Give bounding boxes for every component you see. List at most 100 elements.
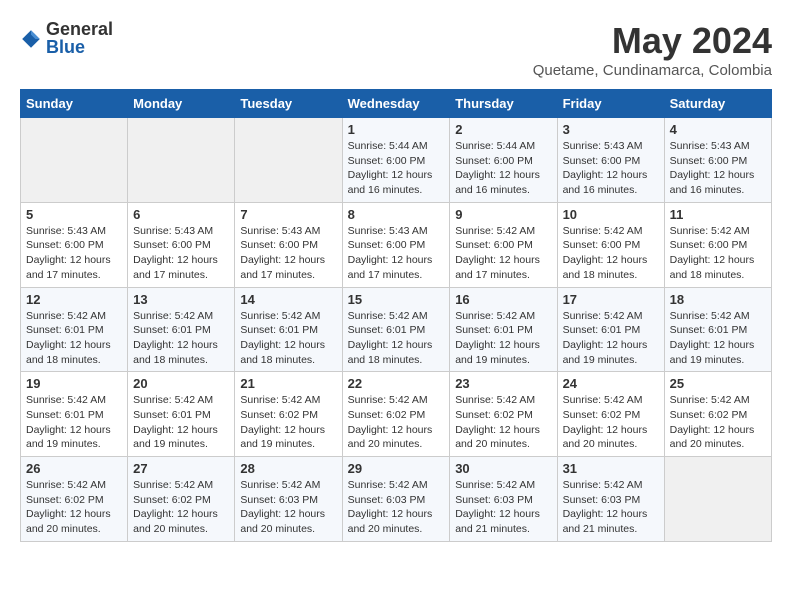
day-number: 4 xyxy=(670,122,766,137)
calendar-cell: 8 Sunrise: 5:43 AM Sunset: 6:00 PM Daylig… xyxy=(342,202,450,287)
calendar-cell: 12Sunrise: 5:42 AM Sunset: 6:01 PM Dayli… xyxy=(21,287,128,372)
day-number: 11 xyxy=(670,207,766,222)
day-info: Sunrise: 5:42 AM Sunset: 6:03 PM Dayligh… xyxy=(563,478,659,537)
day-info: Sunrise: 5:42 AM Sunset: 6:01 PM Dayligh… xyxy=(563,309,659,368)
weekday-header-sunday: Sunday xyxy=(21,90,128,118)
day-number: 14 xyxy=(240,292,336,307)
day-number: 24 xyxy=(563,376,659,391)
calendar-cell: 18 Sunrise: 5:42 AM Sunset: 6:01 PM Dayli… xyxy=(664,287,771,372)
day-info: Sunrise: 5:42 AM Sunset: 6:03 PM Dayligh… xyxy=(455,478,551,537)
day-number: 9 xyxy=(455,207,551,222)
day-info: Sunrise: 5:43 AM Sunset: 6:00 PM Dayligh… xyxy=(133,224,229,283)
day-number: 6 xyxy=(133,207,229,222)
title-block: May 2024 Quetame, Cundinamarca, Colombia xyxy=(533,20,772,79)
day-info: Sunrise: 5:43 AM Sunset: 6:00 PM Dayligh… xyxy=(563,139,659,198)
calendar-cell: 14 Sunrise: 5:42 AM Sunset: 6:01 PM Dayli… xyxy=(235,287,342,372)
day-number: 10 xyxy=(563,207,659,222)
day-number: 8 xyxy=(348,207,445,222)
calendar-cell: 30 Sunrise: 5:42 AM Sunset: 6:03 PM Dayli… xyxy=(450,457,557,542)
day-number: 29 xyxy=(348,461,445,476)
calendar-cell xyxy=(235,118,342,203)
day-number: 3 xyxy=(563,122,659,137)
day-number: 2 xyxy=(455,122,551,137)
day-info: Sunrise: 5:42 AM Sunset: 6:03 PM Dayligh… xyxy=(348,478,445,537)
calendar-week-2: 5 Sunrise: 5:43 AM Sunset: 6:00 PM Daylig… xyxy=(21,202,772,287)
weekday-header-friday: Friday xyxy=(557,90,664,118)
day-number: 5 xyxy=(26,207,122,222)
calendar-cell: 23Sunrise: 5:42 AM Sunset: 6:02 PM Dayli… xyxy=(450,372,557,457)
day-info: Sunrise: 5:42 AM Sunset: 6:01 PM Dayligh… xyxy=(348,309,445,368)
day-number: 30 xyxy=(455,461,551,476)
day-info: Sunrise: 5:43 AM Sunset: 6:00 PM Dayligh… xyxy=(670,139,766,198)
day-info: Sunrise: 5:42 AM Sunset: 6:02 PM Dayligh… xyxy=(133,478,229,537)
day-info: Sunrise: 5:43 AM Sunset: 6:00 PM Dayligh… xyxy=(348,224,445,283)
calendar-cell: 16Sunrise: 5:42 AM Sunset: 6:01 PM Dayli… xyxy=(450,287,557,372)
day-info: Sunrise: 5:42 AM Sunset: 6:01 PM Dayligh… xyxy=(455,309,551,368)
calendar-week-3: 12Sunrise: 5:42 AM Sunset: 6:01 PM Dayli… xyxy=(21,287,772,372)
calendar-cell: 20 Sunrise: 5:42 AM Sunset: 6:01 PM Dayli… xyxy=(128,372,235,457)
logo-text: General Blue xyxy=(46,20,113,58)
day-number: 18 xyxy=(670,292,766,307)
day-info: Sunrise: 5:42 AM Sunset: 6:02 PM Dayligh… xyxy=(26,478,122,537)
calendar-cell: 21Sunrise: 5:42 AM Sunset: 6:02 PM Dayli… xyxy=(235,372,342,457)
day-info: Sunrise: 5:42 AM Sunset: 6:00 PM Dayligh… xyxy=(563,224,659,283)
day-number: 17 xyxy=(563,292,659,307)
calendar-cell: 25Sunrise: 5:42 AM Sunset: 6:02 PM Dayli… xyxy=(664,372,771,457)
calendar-cell xyxy=(21,118,128,203)
day-number: 21 xyxy=(240,376,336,391)
calendar-cell: 9 Sunrise: 5:42 AM Sunset: 6:00 PM Daylig… xyxy=(450,202,557,287)
calendar-table: SundayMondayTuesdayWednesdayThursdayFrid… xyxy=(20,89,772,542)
day-number: 1 xyxy=(348,122,445,137)
weekday-header-thursday: Thursday xyxy=(450,90,557,118)
calendar-cell: 24 Sunrise: 5:42 AM Sunset: 6:02 PM Dayli… xyxy=(557,372,664,457)
day-number: 13 xyxy=(133,292,229,307)
calendar-header: SundayMondayTuesdayWednesdayThursdayFrid… xyxy=(21,90,772,118)
logo: General Blue xyxy=(20,20,113,58)
logo-blue: Blue xyxy=(46,37,85,57)
day-info: Sunrise: 5:42 AM Sunset: 6:01 PM Dayligh… xyxy=(240,309,336,368)
day-number: 28 xyxy=(240,461,336,476)
calendar-cell: 2 Sunrise: 5:44 AM Sunset: 6:00 PM Daylig… xyxy=(450,118,557,203)
day-info: Sunrise: 5:42 AM Sunset: 6:01 PM Dayligh… xyxy=(670,309,766,368)
logo-icon xyxy=(20,28,42,50)
logo-general: General xyxy=(46,20,113,38)
day-info: Sunrise: 5:42 AM Sunset: 6:01 PM Dayligh… xyxy=(133,393,229,452)
day-info: Sunrise: 5:42 AM Sunset: 6:01 PM Dayligh… xyxy=(26,393,122,452)
calendar-cell: 6 Sunrise: 5:43 AM Sunset: 6:00 PM Daylig… xyxy=(128,202,235,287)
day-info: Sunrise: 5:43 AM Sunset: 6:00 PM Dayligh… xyxy=(240,224,336,283)
calendar-cell: 1 Sunrise: 5:44 AM Sunset: 6:00 PM Daylig… xyxy=(342,118,450,203)
weekday-header-monday: Monday xyxy=(128,90,235,118)
calendar-week-1: 1 Sunrise: 5:44 AM Sunset: 6:00 PM Daylig… xyxy=(21,118,772,203)
calendar-week-4: 19 Sunrise: 5:42 AM Sunset: 6:01 PM Dayli… xyxy=(21,372,772,457)
day-number: 26 xyxy=(26,461,122,476)
calendar-cell: 15Sunrise: 5:42 AM Sunset: 6:01 PM Dayli… xyxy=(342,287,450,372)
day-info: Sunrise: 5:42 AM Sunset: 6:00 PM Dayligh… xyxy=(670,224,766,283)
calendar-cell: 3 Sunrise: 5:43 AM Sunset: 6:00 PM Daylig… xyxy=(557,118,664,203)
calendar-cell: 29 Sunrise: 5:42 AM Sunset: 6:03 PM Dayli… xyxy=(342,457,450,542)
calendar-week-5: 26 Sunrise: 5:42 AM Sunset: 6:02 PM Dayli… xyxy=(21,457,772,542)
day-number: 27 xyxy=(133,461,229,476)
calendar-cell: 17 Sunrise: 5:42 AM Sunset: 6:01 PM Dayli… xyxy=(557,287,664,372)
day-info: Sunrise: 5:44 AM Sunset: 6:00 PM Dayligh… xyxy=(348,139,445,198)
day-number: 22 xyxy=(348,376,445,391)
calendar-cell: 4 Sunrise: 5:43 AM Sunset: 6:00 PM Daylig… xyxy=(664,118,771,203)
day-info: Sunrise: 5:42 AM Sunset: 6:03 PM Dayligh… xyxy=(240,478,336,537)
calendar-cell: 11 Sunrise: 5:42 AM Sunset: 6:00 PM Dayli… xyxy=(664,202,771,287)
day-number: 20 xyxy=(133,376,229,391)
day-info: Sunrise: 5:42 AM Sunset: 6:02 PM Dayligh… xyxy=(670,393,766,452)
weekday-header-saturday: Saturday xyxy=(664,90,771,118)
day-number: 19 xyxy=(26,376,122,391)
day-info: Sunrise: 5:42 AM Sunset: 6:02 PM Dayligh… xyxy=(455,393,551,452)
weekday-header-row: SundayMondayTuesdayWednesdayThursdayFrid… xyxy=(21,90,772,118)
day-info: Sunrise: 5:42 AM Sunset: 6:00 PM Dayligh… xyxy=(455,224,551,283)
day-info: Sunrise: 5:42 AM Sunset: 6:01 PM Dayligh… xyxy=(133,309,229,368)
day-info: Sunrise: 5:42 AM Sunset: 6:02 PM Dayligh… xyxy=(563,393,659,452)
calendar-cell: 5Sunrise: 5:43 AM Sunset: 6:00 PM Daylig… xyxy=(21,202,128,287)
day-info: Sunrise: 5:42 AM Sunset: 6:02 PM Dayligh… xyxy=(348,393,445,452)
calendar-cell: 27 Sunrise: 5:42 AM Sunset: 6:02 PM Dayli… xyxy=(128,457,235,542)
day-info: Sunrise: 5:44 AM Sunset: 6:00 PM Dayligh… xyxy=(455,139,551,198)
location-subtitle: Quetame, Cundinamarca, Colombia xyxy=(533,62,772,79)
calendar-cell xyxy=(128,118,235,203)
day-number: 31 xyxy=(563,461,659,476)
calendar-cell xyxy=(664,457,771,542)
